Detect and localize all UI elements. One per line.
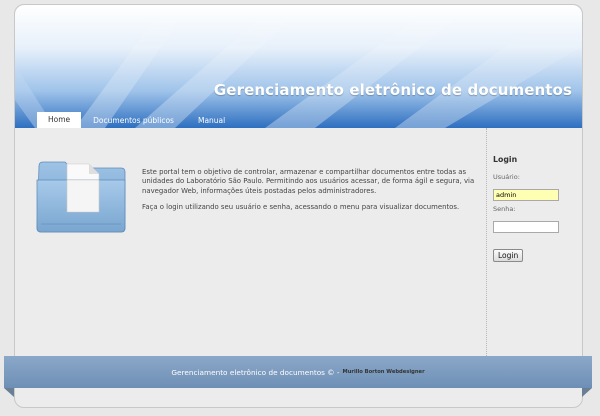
nav-manual[interactable]: Manual xyxy=(186,114,237,128)
footer-wrap: Gerenciamento eletrônico de documentos ©… xyxy=(0,356,600,406)
footer-text: Gerenciamento eletrônico de documentos ©… xyxy=(171,367,340,377)
main-nav: Home Documentos públicos Manual xyxy=(37,112,237,128)
header-rays-decoration xyxy=(15,5,582,128)
nav-manual-label: Manual xyxy=(197,116,226,125)
nav-home-label: Home xyxy=(48,115,71,124)
username-input[interactable] xyxy=(493,189,559,201)
footer-bar: Gerenciamento eletrônico de documentos ©… xyxy=(4,356,592,388)
intro-paragraph-2: Faça o login utilizando seu usuário e se… xyxy=(142,202,460,211)
folder-document-icon xyxy=(36,161,126,233)
login-panel: Login Usuário: Senha: Login xyxy=(493,155,578,262)
intro-paragraph-1: Este portal tem o objetivo de controlar,… xyxy=(142,168,475,195)
username-label: Usuário: xyxy=(493,173,520,181)
footer-credit: Murillo Borton Webdesigner xyxy=(342,369,425,375)
footer-fold-left xyxy=(4,388,14,397)
password-input[interactable] xyxy=(493,221,559,233)
nav-documentos-publicos-label: Documentos públicos xyxy=(93,116,174,125)
nav-home[interactable]: Home xyxy=(37,112,82,128)
login-button[interactable]: Login xyxy=(493,249,524,262)
password-label: Senha: xyxy=(493,205,516,213)
header-banner: Gerenciamento eletrônico de documentos H… xyxy=(15,5,582,128)
login-title: Login xyxy=(493,155,518,164)
sidebar-divider xyxy=(486,128,487,360)
main-content: Este portal tem o objetivo de controlar,… xyxy=(15,128,485,358)
intro-text: Este portal tem o objetivo de controlar,… xyxy=(142,168,477,219)
footer-fold-right xyxy=(582,388,592,397)
page-container: Gerenciamento eletrônico de documentos H… xyxy=(14,4,583,408)
site-title: Gerenciamento eletrônico de documentos xyxy=(213,81,572,99)
nav-documentos-publicos[interactable]: Documentos públicos xyxy=(81,114,186,128)
